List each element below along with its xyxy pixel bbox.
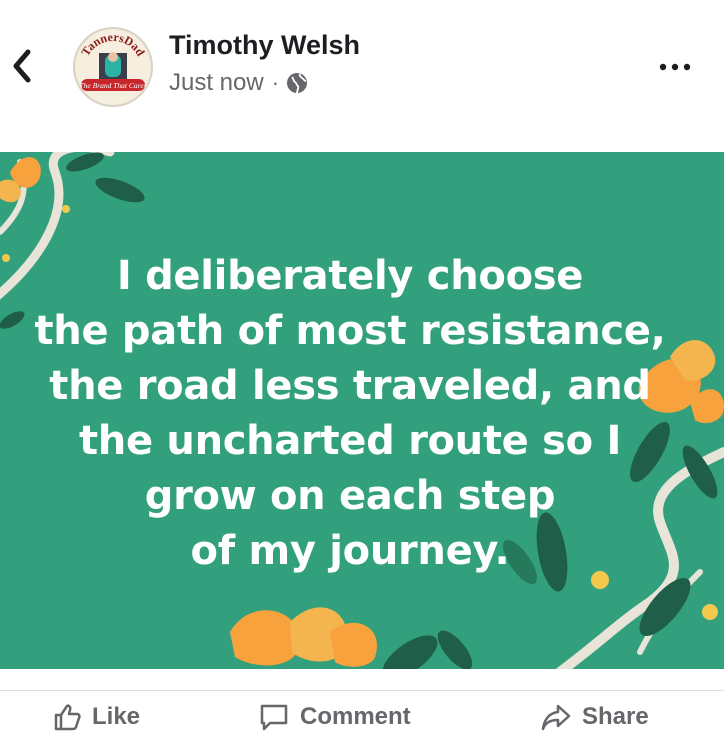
avatar-logo: TannersDad The Brand That Cares (76, 30, 150, 104)
post-quote-text: I deliberately choose the path of most r… (0, 249, 700, 579)
post-meta: Just now · (169, 68, 309, 98)
quote-line: the path of most resistance, (34, 308, 666, 354)
meta-separator: · (271, 70, 280, 95)
quote-line: I deliberately choose (116, 253, 584, 299)
share-label: Share (582, 703, 649, 730)
comment-label: Comment (300, 703, 411, 730)
share-icon (541, 704, 571, 731)
avatar[interactable]: TannersDad The Brand That Cares (73, 27, 153, 107)
quote-line: of my journey. (190, 528, 510, 574)
svg-text:The Brand That Cares: The Brand That Cares (79, 81, 146, 90)
chevron-left-icon (13, 49, 31, 83)
action-bar-divider (0, 690, 724, 691)
post-timestamp[interactable]: Just now (169, 69, 264, 97)
post-background[interactable]: I deliberately choose the path of most r… (0, 152, 724, 669)
comment-button[interactable]: Comment (258, 702, 411, 732)
share-button[interactable]: Share (540, 702, 649, 732)
author-name[interactable]: Timothy Welsh (169, 30, 360, 61)
like-label: Like (92, 703, 141, 730)
quote-line: grow on each step (144, 473, 556, 519)
back-button[interactable] (8, 46, 38, 86)
comment-icon (260, 704, 288, 731)
more-horizontal-icon (659, 63, 691, 71)
thumbs-up-icon (54, 704, 81, 731)
quote-line: the uncharted route so I (78, 418, 622, 464)
more-options-button[interactable] (656, 50, 694, 84)
post-header: TannersDad The Brand That Cares Timothy … (0, 0, 724, 152)
like-button[interactable]: Like (52, 702, 140, 732)
quote-line: the road less traveled, and (49, 363, 651, 409)
globe-icon (287, 73, 308, 94)
